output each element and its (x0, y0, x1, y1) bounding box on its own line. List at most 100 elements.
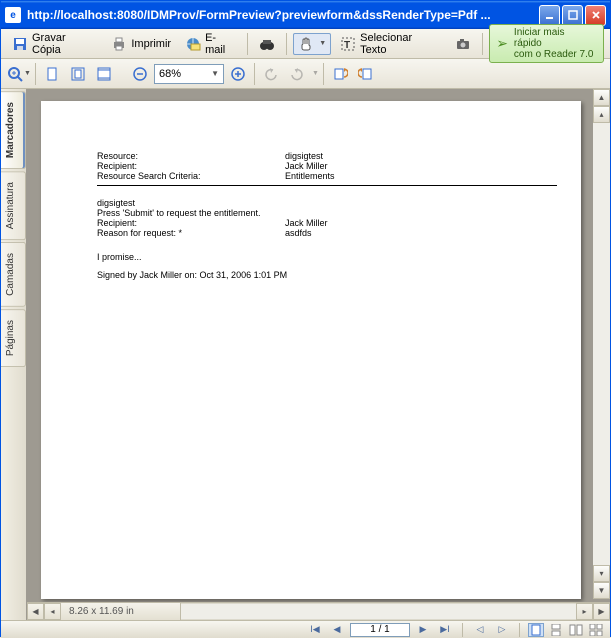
scroll-right[interactable]: ▸ (576, 603, 593, 620)
facing-view[interactable] (568, 623, 584, 637)
field-value: digsigtest (285, 151, 561, 161)
app-icon: e (5, 7, 21, 23)
continuous-facing-view[interactable] (588, 623, 604, 637)
page-back-button[interactable]: ◁ (471, 623, 489, 637)
save-copy-label: Gravar Cópia (32, 32, 97, 56)
continuous-view[interactable] (548, 623, 564, 637)
zoom-out-button[interactable] (128, 62, 152, 86)
select-text-label: Selecionar Texto (360, 32, 441, 56)
email-label: E-mail (205, 32, 236, 56)
field-label: Reason for request: * (97, 228, 285, 238)
horizontal-scrollbar-row: ◀ ◂ 8.26 x 11.69 in ▸ ▶ (27, 602, 610, 620)
page-dimensions: 8.26 x 11.69 in (61, 603, 181, 620)
scroll-up-button[interactable]: ▲ (593, 89, 610, 106)
magnifier-plus-icon (7, 66, 23, 82)
scroll-left[interactable]: ◂ (44, 603, 61, 620)
tab-pages[interactable]: Páginas (1, 309, 26, 367)
separator (482, 33, 483, 55)
view-toolbar: ▼ 68% ▼ ▼ (1, 59, 610, 89)
tab-signatures[interactable]: Assinatura (1, 171, 26, 240)
vertical-scrollbar[interactable]: ▲ ▴ ▾ ▼ (593, 89, 610, 599)
chevron-down-icon: ▼ (319, 40, 326, 47)
hand-icon (298, 36, 314, 52)
field-label: Resource Search Criteria: (97, 171, 285, 181)
snapshot-button[interactable] (450, 33, 476, 55)
document-viewport[interactable]: Resource:digsigtest Recipient:Jack Mille… (27, 89, 610, 602)
actual-size-button[interactable] (40, 62, 64, 86)
doc-text: Signed by Jack Miller on: Oct 31, 2006 1… (97, 270, 561, 280)
save-copy-button[interactable]: Gravar Cópia (7, 29, 102, 59)
first-page-button[interactable]: I◀ (306, 623, 324, 637)
page-forward-button[interactable]: ▷ (493, 623, 511, 637)
redo-button[interactable] (285, 62, 309, 86)
single-page-view[interactable] (528, 623, 544, 637)
tab-layers[interactable]: Camadas (1, 242, 26, 307)
separator (247, 33, 248, 55)
chevron-down-icon: ▼ (312, 70, 319, 77)
svg-text:T: T (344, 40, 350, 51)
tab-bookmarks[interactable]: Marcadores (1, 91, 26, 169)
separator (286, 33, 287, 55)
side-tab-bar: Marcadores Assinatura Camadas Páginas (1, 89, 27, 620)
main-toolbar: Gravar Cópia Imprimir E-mail ▼ T Selecio… (1, 29, 610, 59)
promo-line2: com o Reader 7.0 (514, 49, 595, 60)
doc-text: I promise... (97, 252, 561, 262)
zoom-value-text: 68% (159, 68, 181, 80)
window-title: http://localhost:8080/IDMProv/FormPrevie… (27, 8, 539, 22)
scroll-down-button[interactable]: ▾ (593, 565, 610, 582)
field-value: Jack Miller (285, 161, 561, 171)
last-page-button[interactable]: ▶I (436, 623, 454, 637)
pdf-page: Resource:digsigtest Recipient:Jack Mille… (41, 101, 581, 599)
scroll-left-end[interactable]: ◀ (27, 603, 44, 620)
promo-line1: Iniciar mais rápido (514, 27, 595, 49)
scroll-track[interactable] (181, 603, 576, 620)
leaf-arrow-icon: ➢ (496, 36, 508, 51)
minimize-button[interactable] (539, 5, 560, 26)
doc-text: digsigtest (97, 198, 561, 208)
camera-icon (455, 36, 471, 52)
undo-button[interactable] (259, 62, 283, 86)
separator (323, 63, 324, 85)
scroll-track[interactable] (593, 123, 610, 565)
fit-page-button[interactable] (66, 62, 90, 86)
field-value: asdfds (285, 228, 561, 238)
close-button[interactable] (585, 5, 606, 26)
field-value: Entitlements (285, 171, 561, 181)
prev-page-button[interactable]: ◀ (328, 623, 346, 637)
globe-mail-icon (185, 36, 201, 52)
zoom-tool-button[interactable]: ▼ (7, 62, 31, 86)
scroll-up-button[interactable]: ▴ (593, 106, 610, 123)
page-number-input[interactable]: 1 / 1 (350, 623, 410, 637)
scroll-right-end[interactable]: ▶ (593, 603, 610, 620)
separator (254, 63, 255, 85)
rotate-ccw-button[interactable] (354, 62, 378, 86)
binoculars-icon (259, 36, 275, 52)
separator (519, 623, 520, 637)
scroll-down-button[interactable]: ▼ (593, 582, 610, 599)
email-button[interactable]: E-mail (180, 29, 241, 59)
print-button[interactable]: Imprimir (106, 33, 176, 55)
reader-promo[interactable]: ➢ Iniciar mais rápido com o Reader 7.0 (489, 24, 604, 63)
next-page-button[interactable]: ▶ (414, 623, 432, 637)
field-label: Recipient: (97, 161, 285, 171)
divider (97, 185, 557, 186)
rotate-cw-button[interactable] (328, 62, 352, 86)
doc-text: Press 'Submit' to request the entitlemen… (97, 208, 561, 218)
field-value: Jack Miller (285, 218, 561, 228)
separator (462, 623, 463, 637)
zoom-in-button[interactable] (226, 62, 250, 86)
chevron-down-icon: ▼ (211, 69, 219, 78)
printer-icon (111, 36, 127, 52)
binoculars-button[interactable] (254, 33, 280, 55)
field-label: Recipient: (97, 218, 285, 228)
fit-width-button[interactable] (92, 62, 116, 86)
chevron-down-icon: ▼ (24, 70, 31, 77)
select-text-button[interactable]: T Selecionar Texto (335, 29, 446, 59)
text-select-icon: T (340, 36, 356, 52)
separator (35, 63, 36, 85)
print-label: Imprimir (131, 38, 171, 50)
field-label: Resource: (97, 151, 285, 161)
maximize-button[interactable] (562, 5, 583, 26)
hand-tool-button[interactable]: ▼ (293, 33, 331, 55)
zoom-value-input[interactable]: 68% ▼ (154, 64, 224, 84)
